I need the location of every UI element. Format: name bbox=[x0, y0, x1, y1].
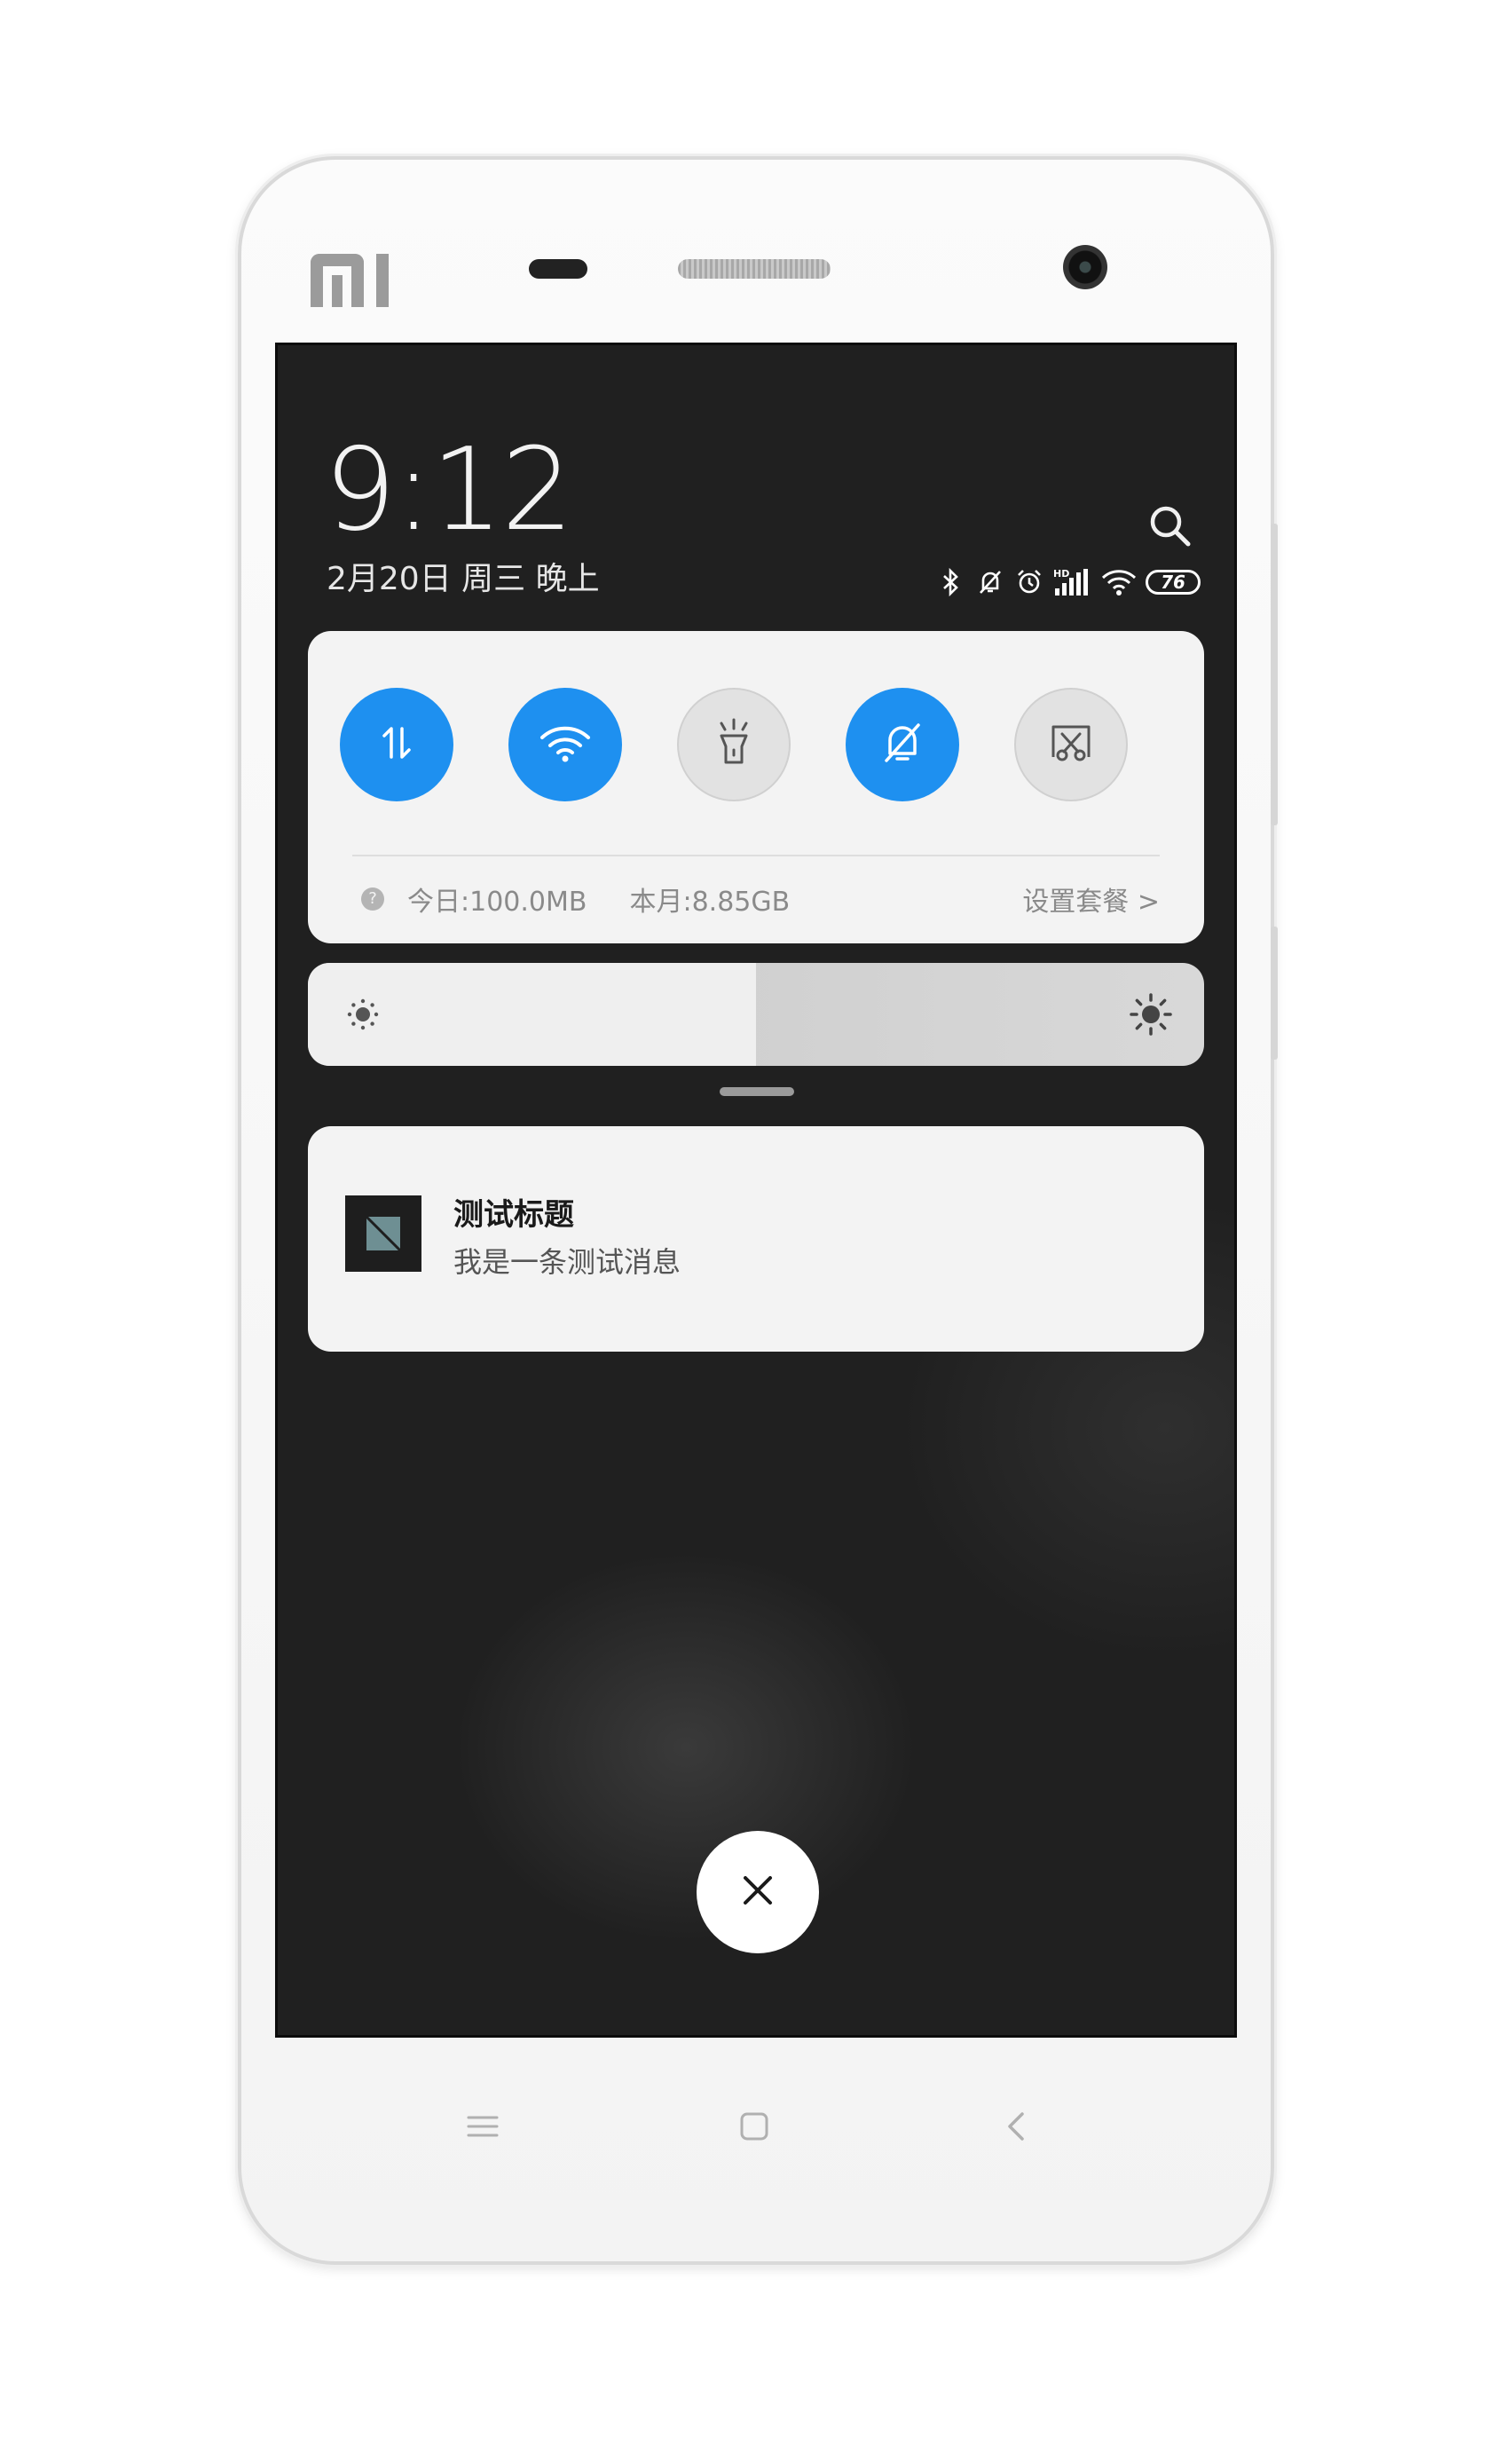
date-label: 2月20日 周三 晚上 bbox=[327, 561, 600, 597]
divider bbox=[352, 855, 1160, 856]
front-camera bbox=[1063, 245, 1107, 289]
screenshot-toggle[interactable] bbox=[1014, 688, 1128, 801]
clear-notifications-button[interactable] bbox=[697, 1831, 819, 1953]
data-usage-icon: ? bbox=[361, 887, 384, 911]
wifi-icon bbox=[539, 722, 592, 768]
clock: 9:12 bbox=[324, 424, 573, 556]
volume-button bbox=[1271, 524, 1278, 825]
bell-off-icon bbox=[879, 720, 925, 769]
flashlight-toggle[interactable] bbox=[677, 688, 791, 801]
silent-mode-toggle[interactable] bbox=[846, 688, 959, 801]
screenshot-scissors-icon bbox=[1048, 722, 1094, 768]
quick-settings-panel: ? 今日:100.0MB 本月:8.85GB 设置套餐 > bbox=[308, 631, 1204, 943]
power-button bbox=[1271, 927, 1278, 1060]
signal-icon: HD bbox=[1053, 567, 1092, 597]
flashlight-icon bbox=[713, 718, 755, 771]
proximity-sensor bbox=[529, 259, 587, 279]
data-usage-row[interactable]: ? 今日:100.0MB 本月:8.85GB 设置套餐 > bbox=[361, 879, 1160, 919]
brightness-low-icon bbox=[345, 997, 381, 1036]
data-month: 本月:8.85GB bbox=[629, 887, 791, 918]
svg-text:HD: HD bbox=[1053, 568, 1069, 580]
notification-text: 我是一条测试消息 bbox=[453, 1245, 681, 1279]
search-icon[interactable] bbox=[1146, 501, 1195, 551]
data-arrows-icon bbox=[375, 722, 418, 768]
wifi-toggle[interactable] bbox=[508, 688, 622, 801]
data-today: 今日:100.0MB bbox=[407, 887, 587, 918]
set-plan-link[interactable]: 设置套餐 > bbox=[1022, 879, 1160, 919]
earpiece-speaker bbox=[678, 259, 831, 279]
battery-indicator: 76 bbox=[1146, 570, 1201, 595]
brightness-slider[interactable] bbox=[308, 963, 1204, 1066]
menu-key-icon[interactable] bbox=[463, 2107, 502, 2146]
home-key-icon[interactable] bbox=[735, 2107, 774, 2146]
alarm-icon bbox=[1014, 567, 1044, 597]
notification-card[interactable]: 测试标题 我是一条测试消息 bbox=[308, 1126, 1204, 1352]
status-icons: HD 76 bbox=[936, 567, 1201, 597]
mobile-data-toggle[interactable] bbox=[340, 688, 453, 801]
bell-off-icon bbox=[975, 567, 1005, 597]
notification-shade: 9:12 2月20日 周三 晚上 HD 76 ? 今日:100.0MB 本月:8… bbox=[275, 343, 1237, 2038]
back-key-icon[interactable] bbox=[997, 2107, 1036, 2146]
wifi-status-icon bbox=[1101, 567, 1137, 597]
close-icon bbox=[738, 1871, 777, 1913]
mi-logo bbox=[311, 254, 389, 307]
app-icon bbox=[345, 1195, 421, 1272]
brightness-high-icon bbox=[1128, 991, 1174, 1041]
bluetooth-icon bbox=[936, 567, 966, 597]
notification-title: 测试标题 bbox=[453, 1197, 574, 1233]
drag-handle[interactable] bbox=[720, 1087, 794, 1096]
